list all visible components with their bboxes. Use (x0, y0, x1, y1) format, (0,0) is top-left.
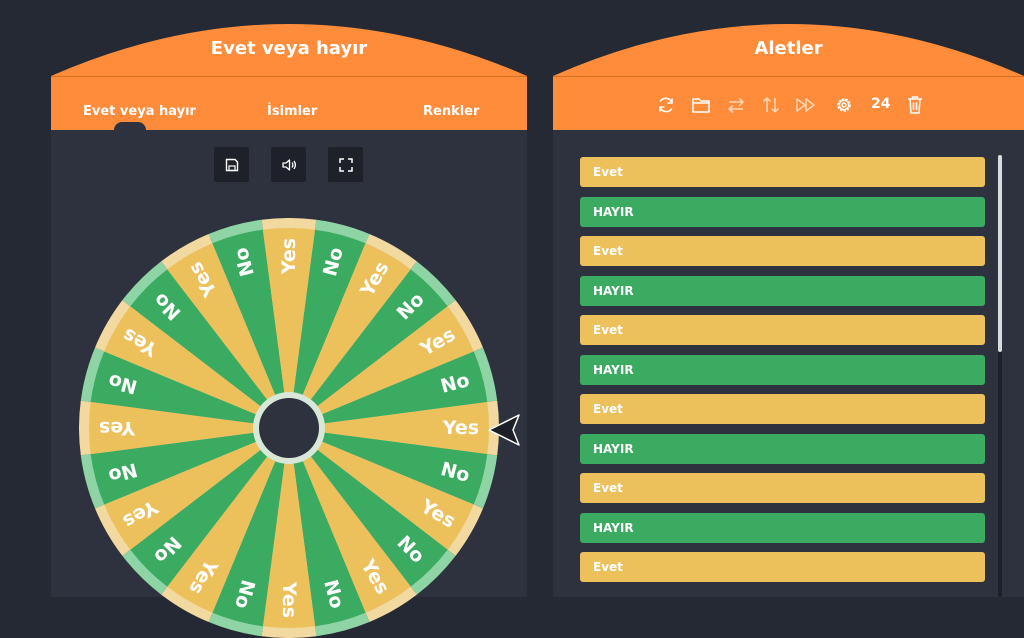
open-button[interactable] (690, 94, 712, 116)
wheel-segment-label: Yes (278, 581, 300, 618)
active-tab-indicator (114, 122, 146, 130)
list-item[interactable]: Evet (580, 157, 985, 187)
list-item[interactable]: HAYIR (580, 512, 985, 543)
toolbar: 24 (553, 94, 1024, 118)
list-item-label: HAYIR (593, 441, 634, 456)
list-item[interactable]: Evet (580, 236, 985, 266)
settings-button[interactable] (833, 94, 855, 116)
list-item-label: HAYIR (593, 283, 634, 298)
list-item[interactable]: HAYIR (580, 196, 985, 227)
entry-count: 24 (871, 96, 891, 112)
sort-icon (762, 96, 780, 114)
delete-button[interactable] (904, 94, 926, 116)
volume-icon (281, 158, 296, 171)
list-item[interactable]: HAYIR (580, 354, 985, 385)
list-item-label: Evet (593, 165, 623, 179)
list-item-label: Evet (593, 244, 623, 258)
list-item-label: Evet (593, 402, 623, 416)
tools-panel: Aletler 24 Evet HAYIR Evet HAYIR Evet HA… (553, 0, 1024, 597)
list-item[interactable]: HAYIR (580, 433, 985, 464)
spin-wheel[interactable]: YesNoYesNoYesNoYesNoYesNoYesNoYesNoYesNo… (79, 218, 499, 638)
list-item-label: HAYIR (593, 362, 634, 377)
list-item[interactable]: HAYIR (580, 275, 985, 306)
list-item-label: HAYIR (593, 204, 634, 219)
list-item[interactable]: Evet (580, 473, 985, 503)
folder-icon (692, 98, 710, 113)
save-button[interactable] (214, 147, 249, 182)
fullscreen-button[interactable] (328, 147, 363, 182)
fullscreen-icon (338, 157, 353, 172)
tab-renkler[interactable]: Renkler (423, 104, 479, 119)
list-item[interactable]: Evet (580, 394, 985, 424)
list-item[interactable]: Evet (580, 552, 985, 582)
wheel-segment-label: Yes (99, 417, 136, 439)
header-divider (553, 76, 1024, 77)
refresh-icon (659, 97, 673, 113)
wheel-segment-label: Yes (278, 238, 300, 275)
list-item-label: Evet (593, 481, 623, 495)
wheel-panel-header: Evet veya hayır Evet veya hayır İsimler … (51, 24, 527, 130)
scrollbar-thumb[interactable] (998, 155, 1002, 352)
swap-button[interactable] (725, 94, 747, 116)
tab-evet-veya-hayir[interactable]: Evet veya hayır (83, 104, 196, 119)
sort-button[interactable] (760, 94, 782, 116)
list-item-label: Evet (593, 560, 623, 574)
save-icon (225, 158, 238, 171)
wheel-segment-label: Yes (442, 417, 479, 439)
swap-icon (727, 97, 745, 114)
tools-panel-header: Aletler 24 (553, 24, 1024, 130)
header-divider (51, 76, 527, 77)
list-scrollbar[interactable] (998, 155, 1002, 597)
wheel-hub (259, 398, 319, 458)
sound-button[interactable] (271, 147, 306, 182)
settings-icon (837, 98, 851, 112)
list-item-label: HAYIR (593, 520, 634, 535)
panel-title: Aletler (754, 38, 823, 59)
tab-isimler[interactable]: İsimler (267, 104, 317, 119)
wheel-pointer-icon (488, 414, 520, 446)
fast-forward-icon (796, 98, 815, 112)
list-item[interactable]: Evet (580, 315, 985, 345)
trash-icon (908, 96, 922, 114)
refresh-button[interactable] (655, 94, 677, 116)
list-item-label: Evet (593, 323, 623, 337)
fast-forward-button[interactable] (795, 94, 817, 116)
panel-title: Evet veya hayır (210, 38, 368, 59)
